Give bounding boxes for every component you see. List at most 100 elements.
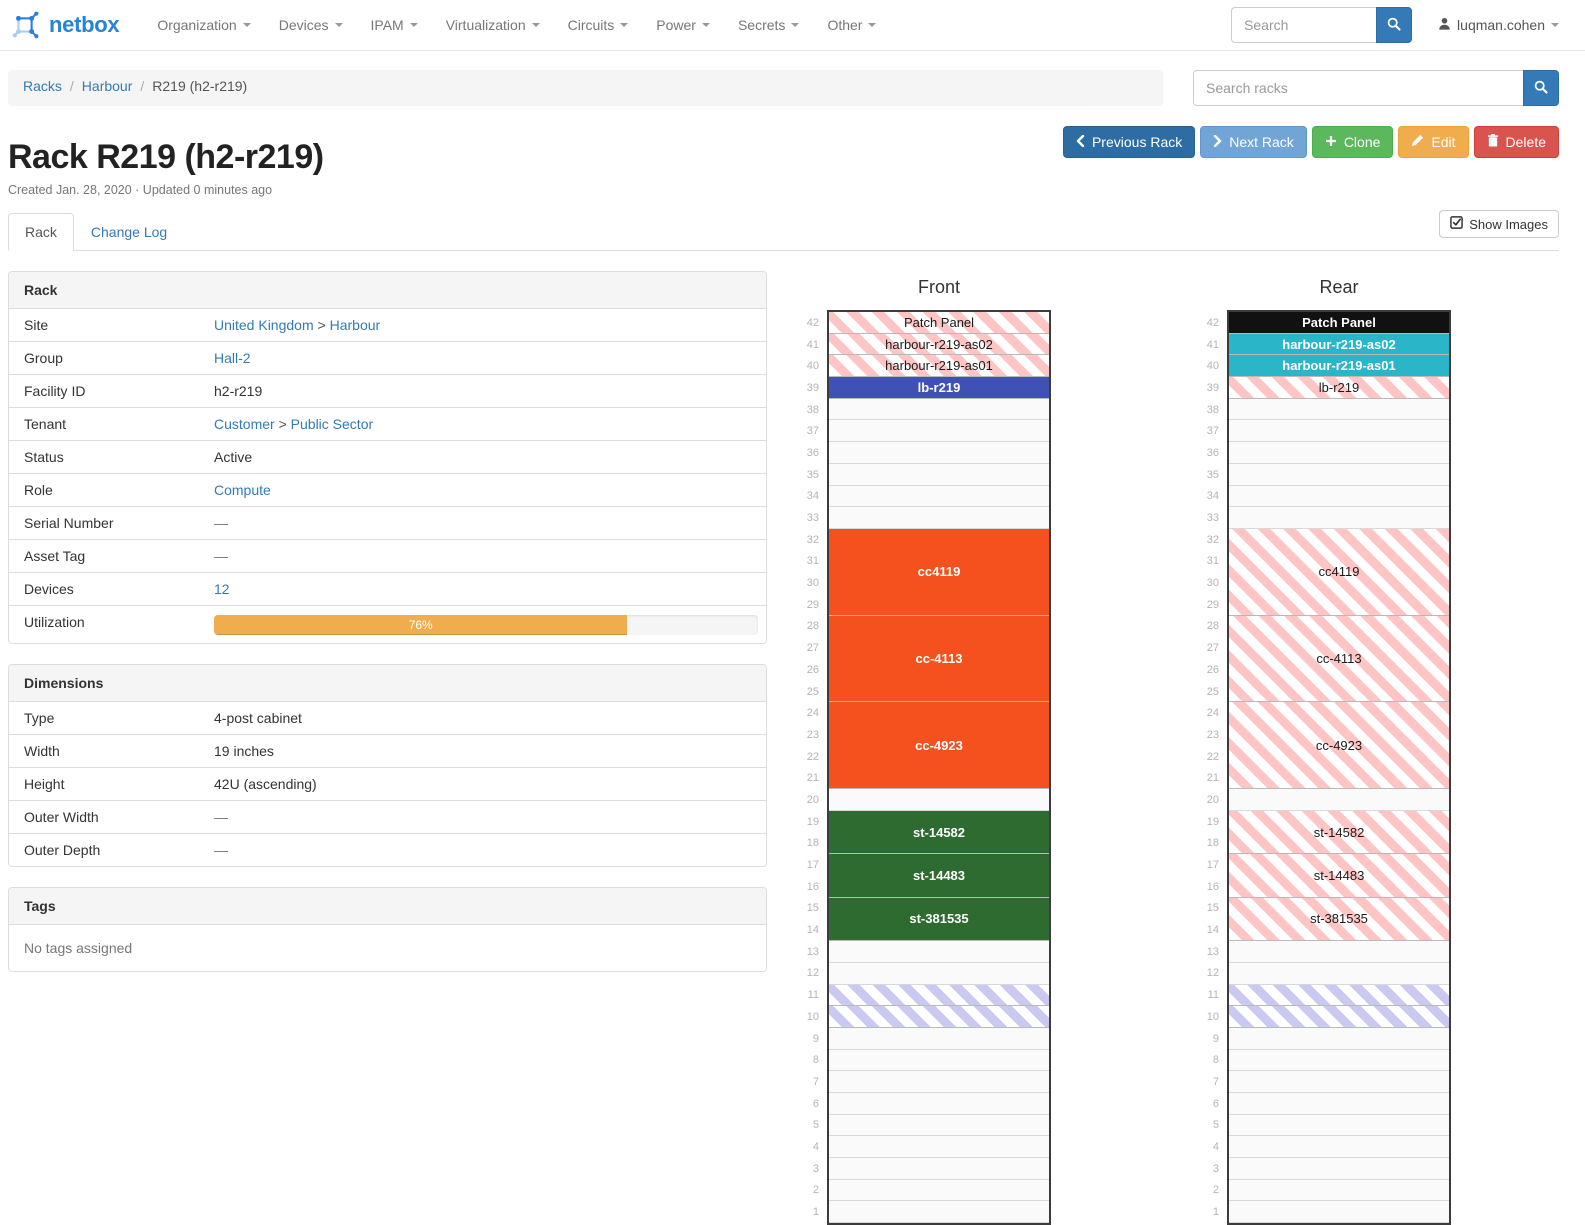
breadcrumb-item-harbour[interactable]: Harbour xyxy=(82,78,133,94)
nav-menu-ipam[interactable]: IPAM xyxy=(357,0,432,50)
unit-number: 20 xyxy=(1195,789,1227,811)
rack-unit-reserved xyxy=(1229,1006,1449,1028)
delete-label: Delete xyxy=(1506,134,1546,150)
rack-device-cc4119[interactable]: cc4119 xyxy=(829,529,1049,616)
rack-search-button[interactable] xyxy=(1523,70,1559,106)
rack-unit-empty[interactable] xyxy=(829,464,1049,486)
nav-menu-other[interactable]: Other xyxy=(813,0,890,50)
rack-unit-empty[interactable] xyxy=(829,399,1049,421)
rack-unit-empty[interactable] xyxy=(1229,941,1449,963)
rack-unit-empty[interactable] xyxy=(1229,486,1449,508)
rack-unit-empty[interactable] xyxy=(1229,1071,1449,1093)
rack-unit-empty[interactable] xyxy=(829,1158,1049,1180)
attr-row-outer-width: Outer Width— xyxy=(9,801,766,834)
rack-unit-empty[interactable] xyxy=(829,420,1049,442)
attr-link-compute[interactable]: Compute xyxy=(214,482,271,498)
next-rack-label: Next Rack xyxy=(1229,134,1294,150)
unit-number: 33 xyxy=(1195,507,1227,529)
edit-button[interactable]: Edit xyxy=(1398,126,1468,158)
previous-rack-button[interactable]: Previous Rack xyxy=(1063,126,1195,158)
rack-unit-empty[interactable] xyxy=(1229,464,1449,486)
attr-value: 12 xyxy=(206,573,766,605)
rack-unit-empty[interactable] xyxy=(829,442,1049,464)
user-menu[interactable]: luqman.cohen xyxy=(1438,17,1559,33)
rack-device-cc-4113[interactable]: cc-4113 xyxy=(829,616,1049,703)
tab-change-log[interactable]: Change Log xyxy=(74,213,184,251)
unit-number: 3 xyxy=(795,1158,827,1180)
clone-button[interactable]: Clone xyxy=(1312,126,1394,158)
rack-unit-empty[interactable] xyxy=(829,1093,1049,1115)
global-search-button[interactable] xyxy=(1376,7,1412,43)
attr-link-public-sector[interactable]: Public Sector xyxy=(291,416,373,432)
top-navbar: netbox OrganizationDevicesIPAMVirtualiza… xyxy=(0,0,1585,51)
rack-unit-empty[interactable] xyxy=(1229,1180,1449,1202)
unit-number: 15 xyxy=(1195,898,1227,920)
search-icon xyxy=(1387,17,1401,34)
attr-link-united-kingdom[interactable]: United Kingdom xyxy=(214,317,314,333)
rack-device-lb-r219[interactable]: lb-r219 xyxy=(829,377,1049,399)
rack-unit-empty[interactable] xyxy=(829,1180,1049,1202)
rack-unit-empty[interactable] xyxy=(1229,399,1449,421)
rack-unit-empty[interactable] xyxy=(1229,442,1449,464)
rack-unit-empty[interactable] xyxy=(1229,1050,1449,1072)
unit-number: 10 xyxy=(1195,1006,1227,1028)
rack-unit-empty[interactable] xyxy=(829,1071,1049,1093)
delete-button[interactable]: Delete xyxy=(1474,126,1559,158)
rack-unit-empty[interactable] xyxy=(1229,1028,1449,1050)
attr-link-harbour[interactable]: Harbour xyxy=(330,317,381,333)
nav-menu-virtualization[interactable]: Virtualization xyxy=(432,0,554,50)
unit-number: 4 xyxy=(1195,1136,1227,1158)
rack-unit-empty[interactable] xyxy=(1229,507,1449,529)
nav-menu-devices[interactable]: Devices xyxy=(265,0,357,50)
rack-unit-empty[interactable] xyxy=(1229,1115,1449,1137)
rack-device-harbour-r219-as02[interactable]: harbour-r219-as02 xyxy=(1229,334,1449,356)
rack-unit-empty[interactable] xyxy=(1229,420,1449,442)
rack-unit-empty[interactable] xyxy=(829,789,1049,811)
rack-device-patch-panel[interactable]: Patch Panel xyxy=(1229,312,1449,334)
tab-rack[interactable]: Rack xyxy=(8,213,74,251)
chevron-down-icon xyxy=(532,23,540,27)
next-rack-button[interactable]: Next Rack xyxy=(1200,126,1307,158)
show-images-button[interactable]: Show Images xyxy=(1439,210,1559,238)
breadcrumb-separator: / xyxy=(132,78,152,94)
rack-unit-empty[interactable] xyxy=(1229,1093,1449,1115)
rack-unit-empty[interactable] xyxy=(829,1201,1049,1223)
nav-menu-circuits[interactable]: Circuits xyxy=(554,0,643,50)
rack-unit-empty[interactable] xyxy=(1229,963,1449,985)
rack-unit-empty[interactable] xyxy=(829,507,1049,529)
rack-unit-empty[interactable] xyxy=(1229,1158,1449,1180)
attr-link-hall-2[interactable]: Hall-2 xyxy=(214,350,251,366)
attr-link-12[interactable]: 12 xyxy=(214,581,230,597)
nav-menu-power[interactable]: Power xyxy=(642,0,724,50)
attr-label: Site xyxy=(9,309,206,341)
rack-device-st-14582[interactable]: st-14582 xyxy=(829,811,1049,854)
rack-unit-empty[interactable] xyxy=(829,1050,1049,1072)
rack-unit-empty[interactable] xyxy=(829,1115,1049,1137)
rack-device-harbour-r219-as02: harbour-r219-as02 xyxy=(829,334,1049,356)
attr-label: Serial Number xyxy=(9,507,206,539)
netbox-logo[interactable]: netbox xyxy=(10,8,119,43)
rack-unit-empty[interactable] xyxy=(829,486,1049,508)
rack-device-harbour-r219-as01[interactable]: harbour-r219-as01 xyxy=(1229,355,1449,377)
attr-label: Utilization xyxy=(9,606,206,643)
rack-unit-empty[interactable] xyxy=(829,941,1049,963)
rack-search-input[interactable] xyxy=(1193,70,1523,106)
breadcrumb-item-racks[interactable]: Racks xyxy=(23,78,62,94)
unit-number: 13 xyxy=(1195,941,1227,963)
rack-unit-empty[interactable] xyxy=(1229,1136,1449,1158)
unit-number: 17 xyxy=(795,854,827,876)
rack-unit-empty[interactable] xyxy=(1229,789,1449,811)
rack-unit-empty[interactable] xyxy=(829,963,1049,985)
nav-menu-secrets[interactable]: Secrets xyxy=(724,0,813,50)
nav-menu-organization[interactable]: Organization xyxy=(143,0,264,50)
rack-device-cc-4923[interactable]: cc-4923 xyxy=(829,702,1049,789)
attr-link-customer[interactable]: Customer xyxy=(214,416,275,432)
rack-device-st-381535[interactable]: st-381535 xyxy=(829,898,1049,941)
rack-unit-empty[interactable] xyxy=(1229,1201,1449,1223)
global-search-input[interactable] xyxy=(1231,7,1376,43)
unit-number: 6 xyxy=(1195,1093,1227,1115)
rack-unit-empty[interactable] xyxy=(829,1028,1049,1050)
rack-device-st-14483[interactable]: st-14483 xyxy=(829,854,1049,897)
unit-number: 5 xyxy=(1195,1114,1227,1136)
rack-unit-empty[interactable] xyxy=(829,1136,1049,1158)
